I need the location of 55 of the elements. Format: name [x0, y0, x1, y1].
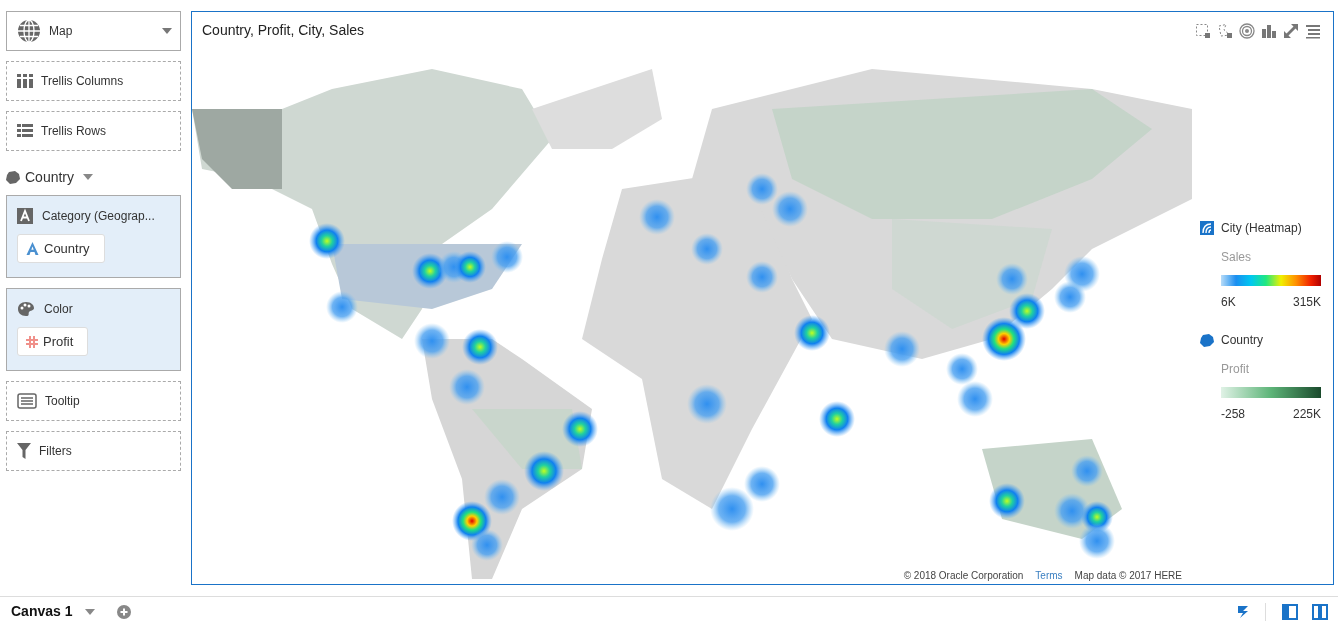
section-label: Color [44, 301, 73, 318]
letter-a-icon [26, 242, 39, 255]
caret-icon[interactable] [83, 174, 94, 180]
drop-target-label: Filters [39, 443, 72, 460]
lasso-select-icon[interactable] [1217, 22, 1233, 39]
dropdown-label: Map [49, 23, 74, 40]
legend-min: 6K [1221, 294, 1236, 311]
section-label: Category (Geograp... [42, 208, 155, 225]
caret-icon[interactable] [162, 28, 172, 34]
field-chip-label: Country [44, 239, 90, 258]
menu-icon[interactable] [1305, 22, 1321, 39]
legend-measure: Profit [1221, 361, 1250, 378]
palette-icon [17, 301, 35, 317]
map-data-credit: Map data © 2017 HERE [1074, 569, 1182, 583]
list-box-icon [17, 393, 37, 409]
canvas-tab[interactable]: Canvas 1 [11, 601, 73, 622]
drop-target[interactable]: Trellis Columns [6, 61, 181, 101]
layer-label[interactable]: Country [25, 166, 75, 188]
expand-icon[interactable] [1283, 22, 1299, 39]
panel-left-icon[interactable] [1282, 603, 1298, 620]
legend-title: City (Heatmap) [1221, 220, 1302, 237]
add-icon[interactable] [117, 604, 132, 619]
legend-measure: Sales [1221, 249, 1253, 266]
country-shape-icon [6, 170, 20, 184]
visualization-title: Country, Profit, City, Sales [202, 21, 365, 40]
filter-icon [17, 443, 31, 459]
heatmap-icon [1200, 221, 1214, 235]
drop-target-label: Trellis Columns [41, 73, 124, 90]
drop-target-label: Trellis Rows [41, 123, 106, 140]
terms-link[interactable]: Terms [1035, 568, 1063, 583]
legend-max: 225K [1292, 406, 1321, 423]
rectangle-select-icon[interactable] [1195, 22, 1211, 39]
legend-min: -258 [1221, 406, 1246, 423]
legend-max: 315K [1292, 294, 1321, 311]
rows-icon [17, 124, 33, 138]
columns-icon [17, 74, 33, 88]
drop-target-label: Tooltip [45, 393, 80, 410]
field-chip[interactable]: Country [17, 234, 105, 263]
panel-right-icon[interactable] [1312, 603, 1328, 620]
target-icon[interactable] [1239, 22, 1255, 39]
globe-icon [17, 19, 41, 43]
chart-type-dropdown[interactable]: Map [6, 11, 181, 51]
letter-a-icon [17, 208, 33, 224]
drop-target[interactable]: Trellis Rows [6, 111, 181, 151]
drop-target[interactable]: Filters [6, 431, 181, 471]
field-chip[interactable]: Profit [17, 327, 89, 356]
copyright-text: © 2018 Oracle Corporation [903, 569, 1024, 583]
hash-icon [26, 335, 38, 348]
lightning-icon[interactable] [1237, 604, 1249, 619]
caret-icon[interactable] [85, 608, 96, 615]
country-shape-icon [1200, 333, 1214, 347]
field-chip-label: Profit [43, 332, 74, 351]
legend-title: Country [1221, 332, 1264, 349]
drop-target[interactable]: Tooltip [6, 381, 181, 421]
bar-chart-icon[interactable] [1261, 22, 1277, 39]
